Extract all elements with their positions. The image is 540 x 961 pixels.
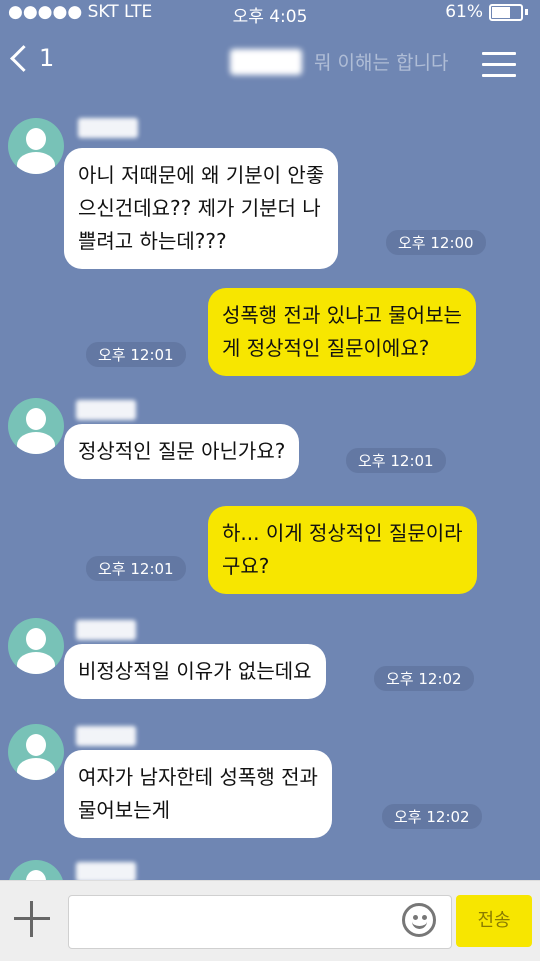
message-bubble[interactable]: 아니 저때문에 왜 기분이 안좋 으신건데요?? 제가 기분더 나 쁠려고 하는…: [64, 148, 339, 269]
chat-title: 뭐 이해는 합니다: [230, 48, 448, 75]
message-bubble[interactable]: 여자가 남자한테 성폭행 전과 물어보는게: [64, 750, 332, 838]
message-time: 오후 12:01: [86, 556, 186, 581]
message-text: 쁠려고 하는데???: [78, 229, 227, 253]
message-time: 오후 12:00: [386, 230, 486, 255]
message-time: 오후 12:02: [374, 666, 474, 691]
battery-percent: 61%: [445, 2, 483, 22]
chat-header: 1 뭐 이해는 합니다: [0, 26, 540, 98]
back-button[interactable]: 1: [10, 44, 55, 72]
status-bar: ●●●●● SKT LTE 오후 4:05 61%: [0, 0, 540, 27]
attach-button[interactable]: [14, 901, 50, 937]
send-button[interactable]: 전송: [456, 895, 532, 947]
message-bubble[interactable]: 성폭행 전과 있냐고 물어보는 게 정상적인 질문이에요?: [208, 288, 476, 376]
message-text: 구요?: [222, 554, 270, 578]
blurred-sender-name: [76, 862, 136, 880]
blurred-sender-name: [76, 400, 136, 420]
message-text: 여자가 남자한테 성폭행 전과: [78, 765, 318, 789]
blurred-sender-name: [76, 620, 136, 640]
message-bubble[interactable]: 정상적인 질문 아닌가요?: [64, 424, 300, 479]
avatar[interactable]: [8, 618, 64, 674]
message-text: 물어보는게: [78, 798, 170, 822]
avatar[interactable]: [8, 724, 64, 780]
message-text: 아니 저때문에 왜 기분이 안좋: [78, 163, 325, 187]
message-time: 오후 12:02: [382, 804, 482, 829]
chat-subtitle: 뭐 이해는 합니다: [314, 52, 449, 74]
blurred-contact-name: [230, 48, 302, 75]
battery-icon: [489, 3, 523, 21]
avatar[interactable]: [8, 398, 64, 454]
avatar[interactable]: [8, 118, 64, 174]
message-text: 게 정상적인 질문이에요?: [222, 336, 430, 360]
menu-button[interactable]: [482, 52, 516, 85]
input-bar: 전송: [0, 880, 540, 961]
unread-count: 1: [39, 44, 55, 72]
message-text: 비정상적일 이유가 없는데요: [78, 659, 312, 683]
emoji-button[interactable]: [402, 903, 436, 937]
avatar[interactable]: [8, 860, 64, 880]
battery-status: 61%: [445, 2, 528, 22]
message-text: 으신건데요?? 제가 기분더 나: [78, 196, 321, 220]
message-time: 오후 12:01: [86, 342, 186, 367]
message-text: 정상적인 질문 아닌가요?: [78, 439, 286, 463]
menu-icon: [482, 52, 516, 55]
chevron-left-icon: [10, 44, 37, 72]
message-bubble[interactable]: 하... 이게 정상적인 질문이라 구요?: [208, 506, 477, 594]
blurred-sender-name: [76, 726, 136, 746]
blurred-sender-name: [78, 118, 138, 138]
message-text: 하... 이게 정상적인 질문이라: [222, 521, 463, 545]
message-input[interactable]: [68, 895, 452, 949]
chat-log[interactable]: 아니 저때문에 왜 기분이 안좋 으신건데요?? 제가 기분더 나 쁠려고 하는…: [0, 98, 540, 880]
message-text: 성폭행 전과 있냐고 물어보는: [222, 303, 462, 327]
message-time: 오후 12:01: [346, 448, 446, 473]
message-bubble[interactable]: 비정상적일 이유가 없는데요: [64, 644, 326, 699]
